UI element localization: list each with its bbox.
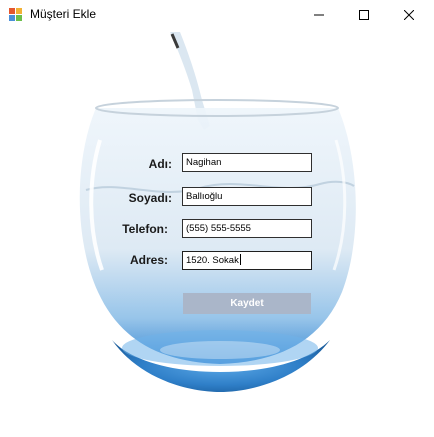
close-button[interactable] [386,0,432,30]
maximize-button[interactable] [341,0,387,30]
maximize-icon [359,10,369,20]
form-area: Adı: Nagihan Soyadı: Ballıoğlu Telefon: … [0,30,434,437]
minimize-button[interactable] [296,0,342,30]
close-icon [404,10,414,20]
first-name-label: Adı: [148,157,172,171]
first-name-field[interactable]: Nagihan [182,153,312,172]
app-icon [9,8,22,21]
customer-add-window: Müşteri Ekle Adı: Nagihan Soyadı: Ballıo… [0,0,434,437]
save-button[interactable]: Kaydet [183,293,311,314]
window-title: Müşteri Ekle [30,7,97,21]
phone-label: Telefon: [122,222,168,236]
address-value: 1520. Sokak [186,255,239,266]
address-label: Adres: [129,253,168,267]
last-name-field[interactable]: Ballıoğlu [182,187,312,206]
address-field[interactable]: 1520. Sokak [182,251,312,270]
phone-field[interactable]: (555) 555-5555 [182,219,312,238]
title-bar: Müşteri Ekle [0,0,434,30]
minimize-icon [314,14,324,16]
last-name-label: Soyadı: [128,191,172,205]
text-caret [239,254,241,265]
